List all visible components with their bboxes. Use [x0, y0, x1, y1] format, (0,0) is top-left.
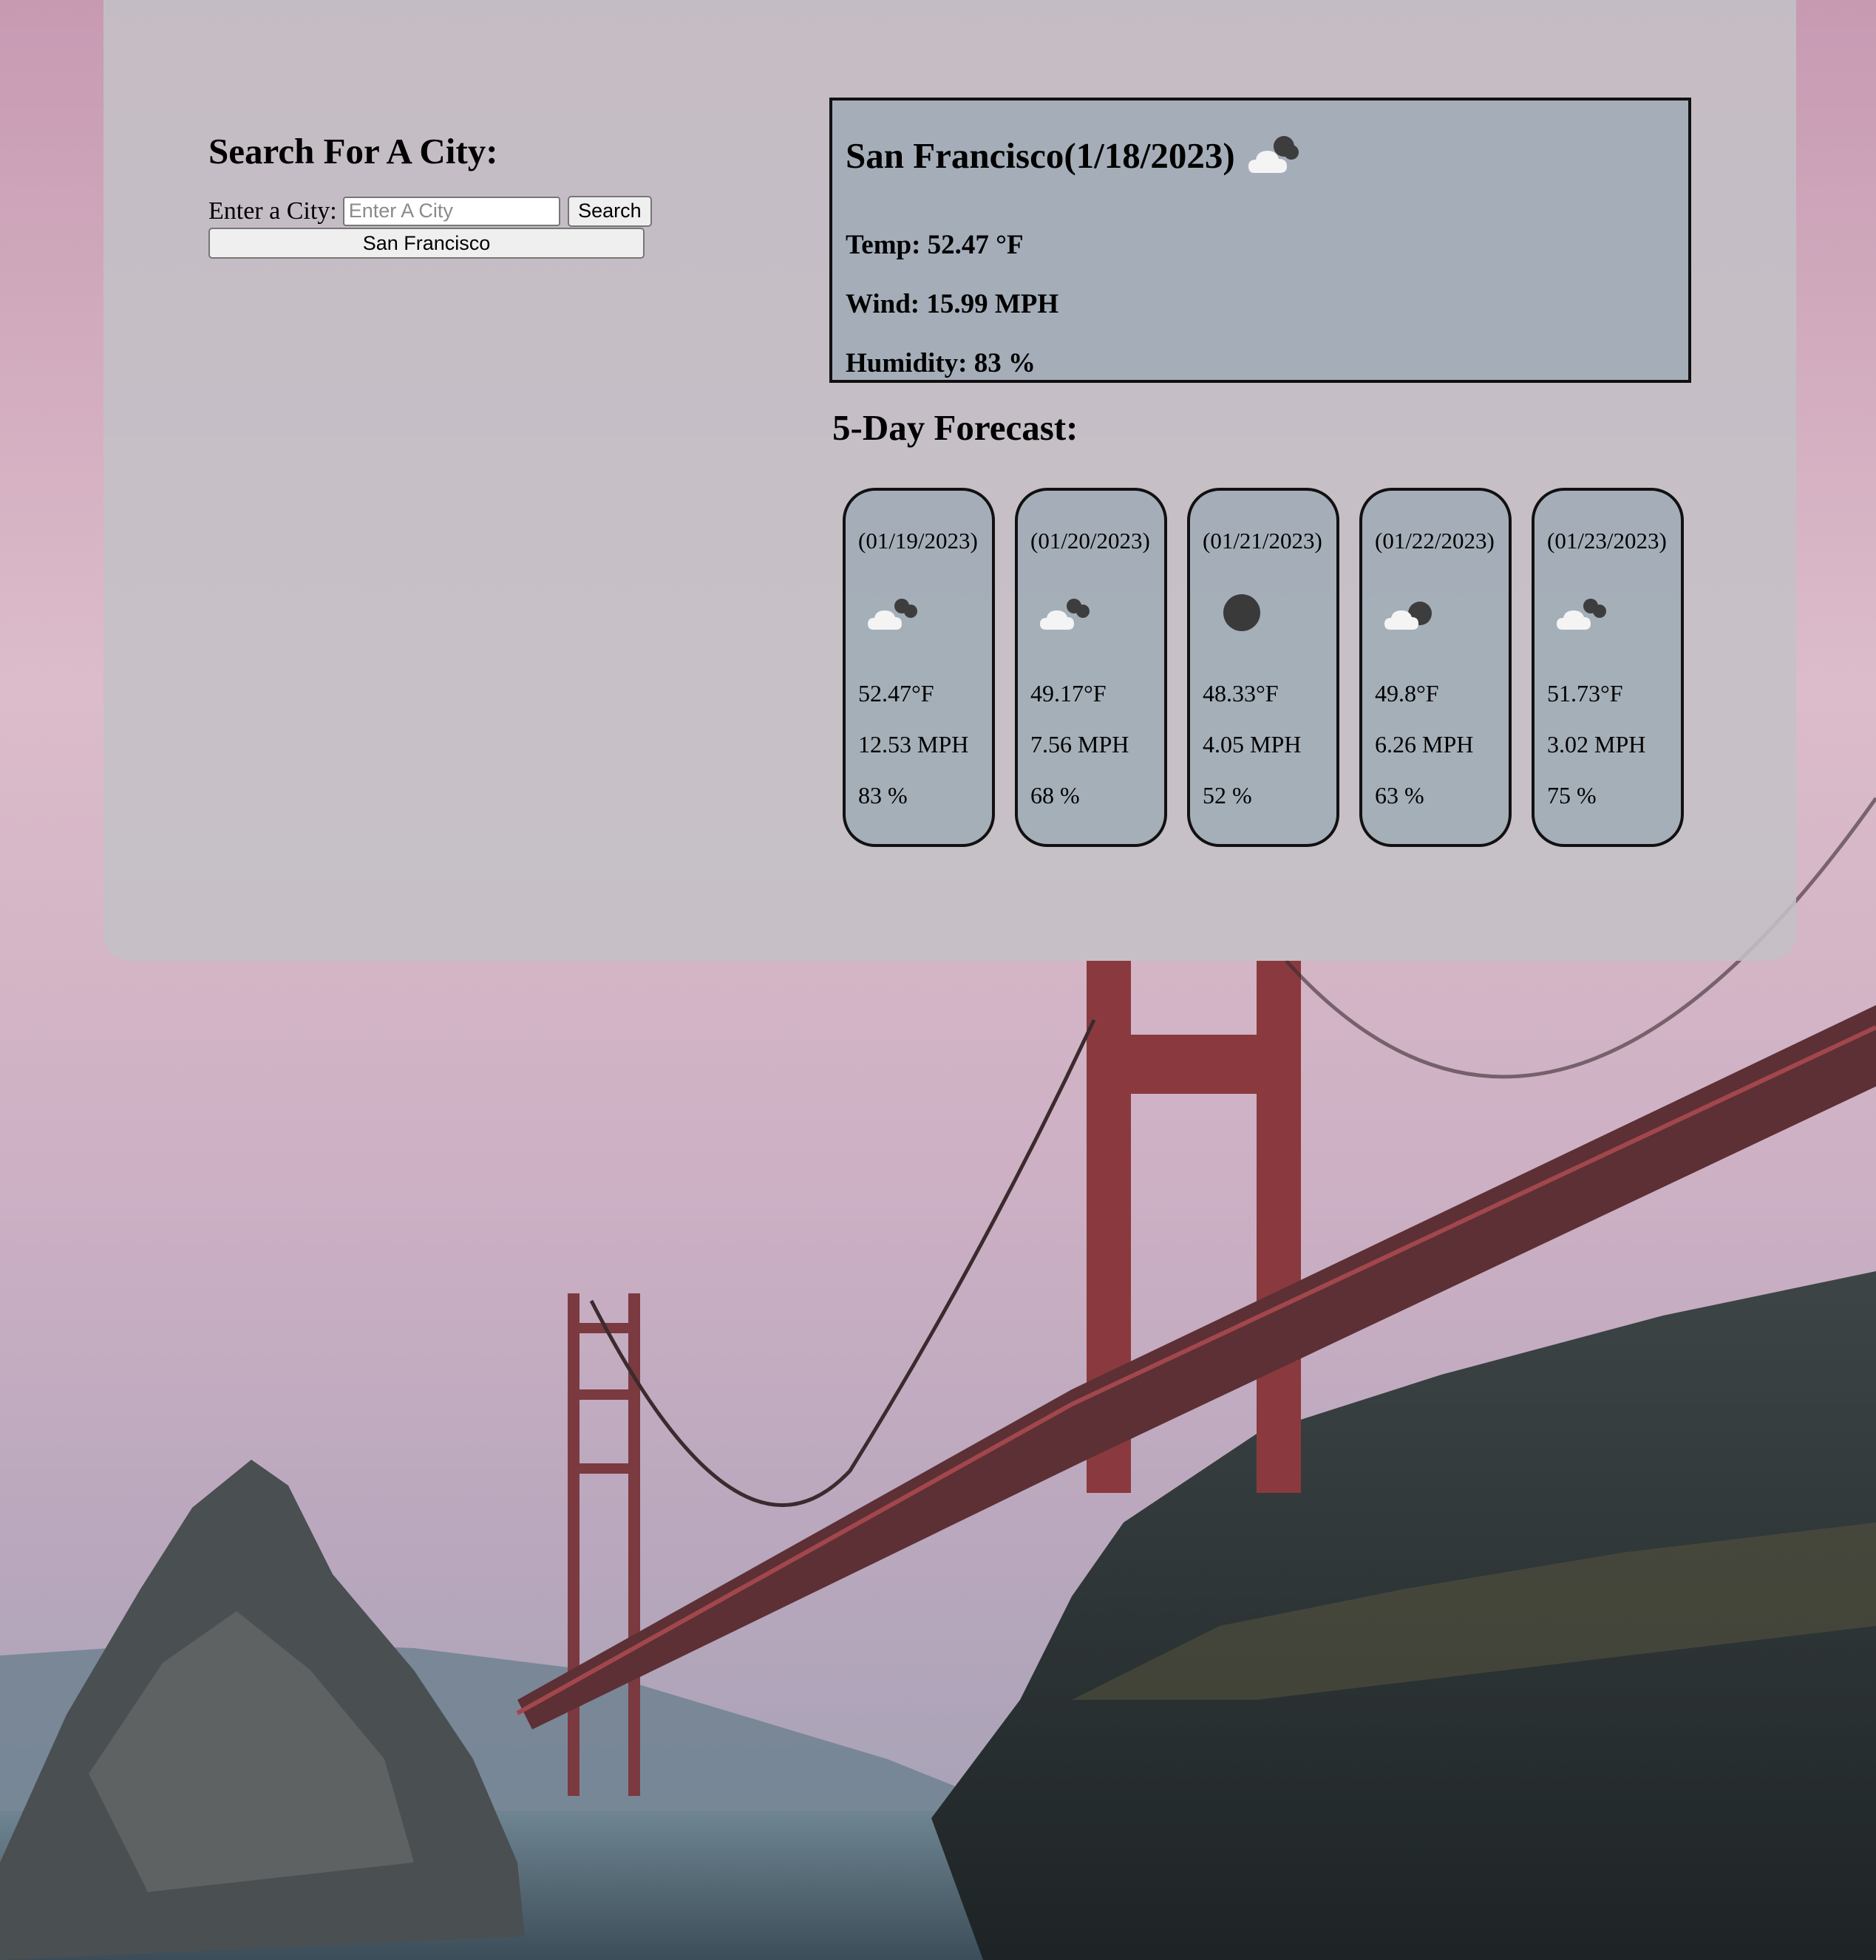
- forecast-heading: 5-Day Forecast:: [832, 407, 1078, 448]
- few-clouds-icon: [1384, 602, 1432, 630]
- forecast-card: (01/22/2023) 49.8°F 6.26 MPH 63 %: [1359, 488, 1512, 847]
- forecast-humidity: 75 %: [1547, 782, 1597, 809]
- forecast-wind: 12.53 MPH: [858, 731, 969, 758]
- forecast-wind: 4.05 MPH: [1203, 731, 1302, 758]
- forecast-temp: 49.8°F: [1375, 680, 1439, 707]
- current-weather-card: San Francisco(1/18/2023) Temp: 52.47 °F …: [829, 98, 1691, 383]
- broken-clouds-icon: [1040, 599, 1090, 630]
- forecast-humidity: 63 %: [1375, 782, 1424, 809]
- forecast-wind: 6.26 MPH: [1375, 731, 1474, 758]
- forecast-date: (01/21/2023): [1203, 528, 1322, 554]
- clear-sky-icon: [1223, 594, 1260, 631]
- city-input-label: Enter a City:: [208, 197, 337, 225]
- search-heading: Search For A City:: [208, 131, 498, 171]
- broken-clouds-icon: [1557, 599, 1606, 630]
- search-row: Enter a City: Search: [208, 195, 652, 227]
- forecast-card: (01/20/2023) 49.17°F 7.56 MPH 68 %: [1015, 488, 1167, 847]
- forecast-wind: 3.02 MPH: [1547, 731, 1646, 758]
- forecast-humidity: 83 %: [858, 782, 908, 809]
- forecast-temp: 48.33°F: [1203, 680, 1279, 707]
- forecast-temp: 51.73°F: [1547, 680, 1623, 707]
- forecast-cards: (01/19/2023) 52.47°F 12.53 MPH 83 % (01/…: [843, 488, 1684, 847]
- broken-clouds-icon: [868, 599, 917, 630]
- forecast-humidity: 68 %: [1030, 782, 1080, 809]
- current-humidity: Humidity: 83 %: [846, 348, 1036, 378]
- forecast-card: (01/19/2023) 52.47°F 12.53 MPH 83 %: [843, 488, 995, 847]
- forecast-humidity: 52 %: [1203, 782, 1252, 809]
- city-search-input[interactable]: [342, 196, 560, 226]
- few-clouds-icon: [1248, 136, 1299, 173]
- forecast-temp: 52.47°F: [858, 680, 934, 707]
- current-temp: Temp: 52.47 °F: [846, 230, 1024, 260]
- forecast-temp: 49.17°F: [1030, 680, 1107, 707]
- forecast-wind: 7.56 MPH: [1030, 731, 1129, 758]
- history-city-button[interactable]: San Francisco: [208, 228, 645, 259]
- search-button[interactable]: Search: [567, 195, 652, 227]
- forecast-date: (01/22/2023): [1375, 528, 1495, 554]
- current-wind: Wind: 15.99 MPH: [846, 289, 1059, 319]
- forecast-card: (01/21/2023) 48.33°F 4.05 MPH 52 %: [1187, 488, 1339, 847]
- current-weather-header: San Francisco(1/18/2023): [846, 130, 1305, 182]
- forecast-date: (01/20/2023): [1030, 528, 1150, 554]
- forecast-date: (01/19/2023): [858, 528, 978, 554]
- current-city-date: San Francisco(1/18/2023): [846, 135, 1235, 176]
- forecast-card: (01/23/2023) 51.73°F 3.02 MPH 75 %: [1532, 488, 1684, 847]
- forecast-date: (01/23/2023): [1547, 528, 1667, 554]
- search-section: Search For A City: Enter a City: Search …: [208, 126, 652, 259]
